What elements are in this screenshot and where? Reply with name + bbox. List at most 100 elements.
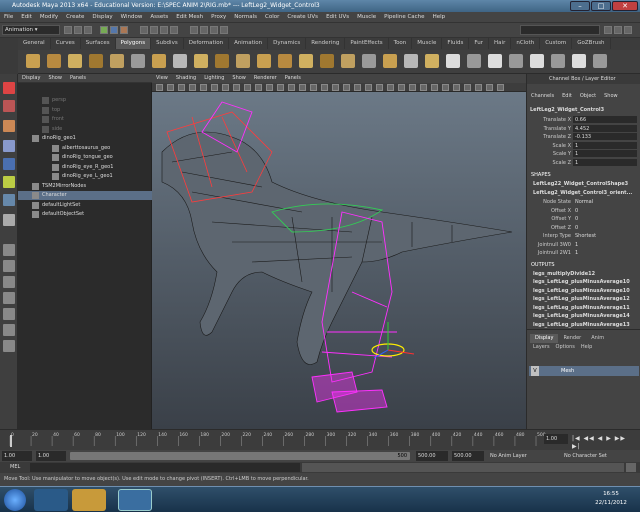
- shelf-tab-subdivs[interactable]: Subdivs: [151, 38, 184, 49]
- menu-file[interactable]: File: [0, 12, 17, 23]
- select-object-icon[interactable]: [110, 26, 118, 34]
- viewport-tool-icon[interactable]: [475, 84, 482, 91]
- output-node[interactable]: legs_LeftLeg_plusMinusAverage12: [533, 295, 630, 303]
- channel-row[interactable]: Scale X1: [527, 141, 640, 150]
- outliner-item[interactable]: persp: [18, 96, 152, 105]
- menu-window[interactable]: Window: [117, 12, 147, 23]
- channel-row[interactable]: Translate X 0.66: [527, 116, 640, 124]
- viewport-tool-icon[interactable]: [376, 84, 383, 91]
- menu-edit[interactable]: Edit: [17, 12, 36, 23]
- viewport-tool-icon[interactable]: [321, 84, 328, 91]
- shape-node[interactable]: LeftLeg22_Widget_ControlShape3: [533, 180, 628, 188]
- shelf-tool-icon[interactable]: [194, 54, 208, 68]
- viewport-tool-icon[interactable]: [156, 84, 163, 91]
- shelf-tool-icon[interactable]: [509, 54, 523, 68]
- viewport-tool-icon[interactable]: [255, 84, 262, 91]
- shelf-tab-curves[interactable]: Curves: [51, 38, 81, 49]
- viewport-tool-icon[interactable]: [464, 84, 471, 91]
- shape-channel-row[interactable]: Offset Z0: [527, 224, 640, 232]
- layer-tab-render[interactable]: Render: [558, 334, 586, 343]
- shelf-tool-icon[interactable]: [551, 54, 565, 68]
- shelf-tab-fur[interactable]: Fur: [469, 38, 490, 49]
- shelf-tool-icon[interactable]: [68, 54, 82, 68]
- layout-four-icon[interactable]: [3, 260, 15, 272]
- layout-two-side-icon[interactable]: [3, 276, 15, 288]
- outliner-item[interactable]: dinoRig_eye_R_geo1: [18, 163, 152, 172]
- shelf-tool-icon[interactable]: [257, 54, 271, 68]
- layer-menu-layers[interactable]: Layers: [530, 343, 553, 352]
- channel-menu-object[interactable]: Object: [576, 92, 600, 101]
- outliner-item[interactable]: dinoRig_eye_L_geo1: [18, 172, 152, 181]
- output-node[interactable]: legs_multiplyDivide12: [533, 270, 595, 278]
- menu-pipeline-cache[interactable]: Pipeline Cache: [380, 12, 428, 23]
- shape-node[interactable]: LeftLeg2_Widget_Control3_orient...: [533, 189, 632, 197]
- last-tool-icon[interactable]: [3, 214, 15, 226]
- layout-graph-icon[interactable]: [3, 324, 15, 336]
- render-settings-icon[interactable]: [220, 26, 228, 34]
- range-slider-bar[interactable]: 500: [70, 452, 410, 460]
- viewport-menu-show[interactable]: Show: [228, 74, 250, 83]
- paint-select-icon[interactable]: [3, 120, 15, 132]
- shape-channel-row[interactable]: Jointnull 3W0 1: [527, 241, 640, 249]
- new-scene-icon[interactable]: [64, 26, 72, 34]
- viewport-menu-shading[interactable]: Shading: [172, 74, 200, 83]
- history-icon[interactable]: [190, 26, 198, 34]
- channel-value[interactable]: 0.66: [573, 116, 637, 123]
- channel-row[interactable]: Scale Z1: [527, 158, 640, 167]
- outliner-menu-show[interactable]: Show: [44, 74, 66, 83]
- save-scene-icon[interactable]: [84, 26, 92, 34]
- output-node[interactable]: legs_LeftLeg_plusMinusAverage10: [533, 287, 630, 295]
- current-frame-field[interactable]: 1.00: [544, 434, 568, 444]
- scale-tool-icon[interactable]: [3, 176, 15, 188]
- viewport-tool-icon[interactable]: [200, 84, 207, 91]
- outliner-item[interactable]: front: [18, 115, 152, 124]
- layer-menu-options[interactable]: Options: [553, 343, 578, 352]
- outliner-item[interactable]: Character: [18, 191, 152, 200]
- shelf-tab-fluids[interactable]: Fluids: [442, 38, 470, 49]
- menu-create-uvs[interactable]: Create UVs: [283, 12, 322, 23]
- viewport-menu-lighting[interactable]: Lighting: [200, 74, 228, 83]
- menu-assets[interactable]: Assets: [146, 12, 172, 23]
- viewport-menu-panels[interactable]: Panels: [281, 74, 305, 83]
- viewport-tool-icon[interactable]: [409, 84, 416, 91]
- viewport-tool-icon[interactable]: [343, 84, 350, 91]
- outliner-item[interactable]: side: [18, 125, 152, 134]
- shelf-tool-icon[interactable]: [173, 54, 187, 68]
- viewport-tool-icon[interactable]: [497, 84, 504, 91]
- outliner-item[interactable]: defaultLightSet: [18, 201, 152, 210]
- viewport-tool-icon[interactable]: [453, 84, 460, 91]
- channel-value[interactable]: 1: [573, 158, 637, 166]
- menu-create[interactable]: Create: [62, 12, 88, 23]
- viewport-tool-icon[interactable]: [332, 84, 339, 91]
- viewport-tool-icon[interactable]: [398, 84, 405, 91]
- viewport-panel[interactable]: View Shading Lighting Show Renderer Panels: [152, 74, 526, 429]
- viewport-menu-view[interactable]: View: [152, 74, 172, 83]
- channel-value[interactable]: -0.133: [573, 133, 637, 140]
- menu-muscle[interactable]: Muscle: [353, 12, 380, 23]
- select-hierarchy-icon[interactable]: [100, 26, 108, 34]
- shelf-tab-ncloth[interactable]: nCloth: [511, 38, 541, 49]
- shelf-tool-icon[interactable]: [89, 54, 103, 68]
- layer-row-mesh[interactable]: V Mesh: [529, 366, 639, 376]
- viewport-tool-icon[interactable]: [222, 84, 229, 91]
- channel-value[interactable]: 0: [573, 215, 637, 222]
- shelf-tool-icon[interactable]: [215, 54, 229, 68]
- layer-tab-anim[interactable]: Anim: [586, 334, 609, 343]
- menu-proxy[interactable]: Proxy: [207, 12, 230, 23]
- outliner-item[interactable]: top: [18, 106, 152, 115]
- shelf-tool-icon[interactable]: [320, 54, 334, 68]
- taskbar-maya-icon[interactable]: [118, 489, 152, 511]
- shelf-tool-icon[interactable]: [26, 54, 40, 68]
- viewport-tool-icon[interactable]: [233, 84, 240, 91]
- menu-set-dropdown[interactable]: Animation ▾: [2, 25, 60, 35]
- menu-color[interactable]: Color: [261, 12, 283, 23]
- shelf-tool-icon[interactable]: [572, 54, 586, 68]
- channel-value[interactable]: Shortest: [573, 232, 637, 239]
- shelf-tab-general[interactable]: General: [18, 38, 51, 49]
- shelf-tab-custom[interactable]: Custom: [540, 38, 573, 49]
- channel-row[interactable]: Scale Y1: [527, 150, 640, 158]
- channel-value[interactable]: 4.452: [573, 124, 637, 132]
- close-button[interactable]: ✕: [612, 1, 638, 11]
- render-icon[interactable]: [200, 26, 208, 34]
- open-scene-icon[interactable]: [74, 26, 82, 34]
